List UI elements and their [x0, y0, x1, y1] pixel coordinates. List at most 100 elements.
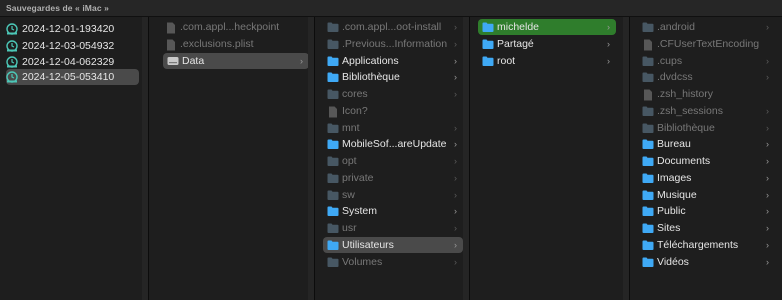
- column-data: .com.appl...oot-install › .Previous...Info…: [315, 17, 470, 300]
- chevron-right-icon: ›: [454, 22, 457, 32]
- folder-icon: [327, 89, 339, 99]
- list-item[interactable]: .android ›: [638, 19, 775, 35]
- list-item[interactable]: Public ›: [638, 203, 775, 219]
- backup-item[interactable]: 2024-12-03-054932: [6, 38, 139, 54]
- list-item[interactable]: Sites ›: [638, 220, 775, 236]
- document-icon: [327, 106, 339, 118]
- list-item[interactable]: .zsh_history: [638, 86, 775, 102]
- list-item[interactable]: .com.appl...heckpoint: [165, 19, 305, 35]
- folder-icon: [327, 56, 339, 66]
- list-item[interactable]: Bibliothèque ›: [323, 69, 463, 85]
- backup-item[interactable]: 2024-12-04-062329: [6, 54, 139, 70]
- folder-icon: [327, 156, 339, 166]
- folder-icon: [642, 173, 654, 183]
- list-item[interactable]: Documents ›: [638, 153, 775, 169]
- folder-icon: [327, 206, 339, 216]
- list-item[interactable]: .zsh_sessions ›: [638, 103, 775, 119]
- list-item[interactable]: .Previous...Information ›: [323, 36, 463, 52]
- item-label: .zsh_sessions: [657, 105, 723, 117]
- item-label: .Previous...Information: [342, 38, 448, 50]
- item-label: mnt: [342, 122, 360, 134]
- backup-item-selected[interactable]: 2024-12-05-053410: [6, 69, 139, 85]
- list-item[interactable]: Images ›: [638, 170, 775, 186]
- item-label: .cups: [657, 55, 683, 67]
- list-item[interactable]: .cups ›: [638, 53, 775, 69]
- folder-icon: [327, 240, 339, 250]
- list-item[interactable]: System ›: [323, 203, 463, 219]
- item-label: Sites: [657, 222, 681, 234]
- chevron-right-icon: ›: [454, 156, 457, 166]
- item-label: Bibliothèque: [342, 71, 400, 83]
- item-label: opt: [342, 155, 357, 167]
- list-item[interactable]: Icon?: [323, 103, 463, 119]
- time-machine-icon: [6, 56, 18, 68]
- list-item[interactable]: Vidéos ›: [638, 254, 775, 270]
- list-item[interactable]: Partagé ›: [478, 36, 616, 52]
- list-item[interactable]: Volumes ›: [323, 254, 463, 270]
- list-item[interactable]: .dvdcss ›: [638, 69, 775, 85]
- folder-icon: [642, 156, 654, 166]
- list-item[interactable]: opt ›: [323, 153, 463, 169]
- chevron-right-icon: ›: [454, 123, 457, 133]
- list-item[interactable]: Applications ›: [323, 53, 463, 69]
- chevron-right-icon: ›: [454, 206, 457, 216]
- item-label: .android: [657, 21, 695, 33]
- document-icon: [165, 39, 177, 51]
- item-label: Téléchargements: [657, 239, 739, 251]
- chevron-right-icon: ›: [454, 56, 457, 66]
- list-item-selected[interactable]: Utilisateurs ›: [323, 237, 463, 253]
- list-item[interactable]: root ›: [478, 53, 616, 69]
- item-label: .com.appl...oot-install: [342, 21, 442, 33]
- chevron-right-icon: ›: [766, 223, 769, 233]
- folder-icon: [482, 56, 494, 66]
- chevron-right-icon: ›: [766, 72, 769, 82]
- drive-icon: [167, 56, 179, 66]
- folder-icon: [642, 257, 654, 267]
- backup-item[interactable]: 2024-12-01-193420: [6, 21, 139, 37]
- chevron-right-icon: ›: [607, 22, 610, 32]
- list-item[interactable]: Musique ›: [638, 187, 775, 203]
- chevron-right-icon: ›: [454, 39, 457, 49]
- column-utilisateurs: michelde › Partagé › root ›: [470, 17, 630, 300]
- folder-icon: [642, 190, 654, 200]
- list-item[interactable]: MobileSof...areUpdate ›: [323, 136, 463, 152]
- list-item[interactable]: sw ›: [323, 187, 463, 203]
- folder-icon: [642, 22, 654, 32]
- item-label: Applications: [342, 55, 399, 67]
- folder-icon: [642, 123, 654, 133]
- item-label: Icon?: [342, 105, 368, 117]
- item-label: Volumes: [342, 256, 383, 268]
- item-label: cores: [342, 88, 368, 100]
- list-item-selected[interactable]: michelde ›: [478, 19, 616, 35]
- document-icon: [165, 22, 177, 34]
- column-michelde: .android › .CFUserTextEncoding .cups › .dvdcs…: [630, 17, 782, 300]
- chevron-right-icon: ›: [454, 173, 457, 183]
- chevron-right-icon: ›: [766, 156, 769, 166]
- folder-icon: [642, 223, 654, 233]
- item-label: Bureau: [657, 138, 691, 150]
- list-item[interactable]: .CFUserTextEncoding: [638, 36, 775, 52]
- item-label: .zsh_history: [657, 88, 714, 100]
- folder-icon: [642, 72, 654, 82]
- list-item[interactable]: mnt ›: [323, 120, 463, 136]
- item-label: Public: [657, 205, 686, 217]
- item-label: Utilisateurs: [342, 239, 394, 251]
- window-title: Sauvegardes de « iMac »: [6, 3, 109, 13]
- folder-icon: [482, 22, 494, 32]
- list-item[interactable]: private ›: [323, 170, 463, 186]
- list-item[interactable]: cores ›: [323, 86, 463, 102]
- list-item[interactable]: Téléchargements ›: [638, 237, 775, 253]
- list-item[interactable]: Bureau ›: [638, 136, 775, 152]
- list-item[interactable]: .exclusions.plist: [165, 36, 305, 52]
- list-item-selected[interactable]: Data ›: [163, 53, 309, 69]
- chevron-right-icon: ›: [766, 123, 769, 133]
- backup-label: 2024-12-01-193420: [22, 23, 115, 35]
- list-item[interactable]: usr ›: [323, 220, 463, 236]
- list-item[interactable]: .com.appl...oot-install ›: [323, 19, 463, 35]
- chevron-right-icon: ›: [766, 257, 769, 267]
- folder-icon: [482, 39, 494, 49]
- finder-window: Sauvegardes de « iMac » 2024-12-01-19342…: [0, 0, 782, 300]
- list-item[interactable]: Bibliothèque ›: [638, 120, 775, 136]
- chevron-right-icon: ›: [766, 56, 769, 66]
- chevron-right-icon: ›: [607, 56, 610, 66]
